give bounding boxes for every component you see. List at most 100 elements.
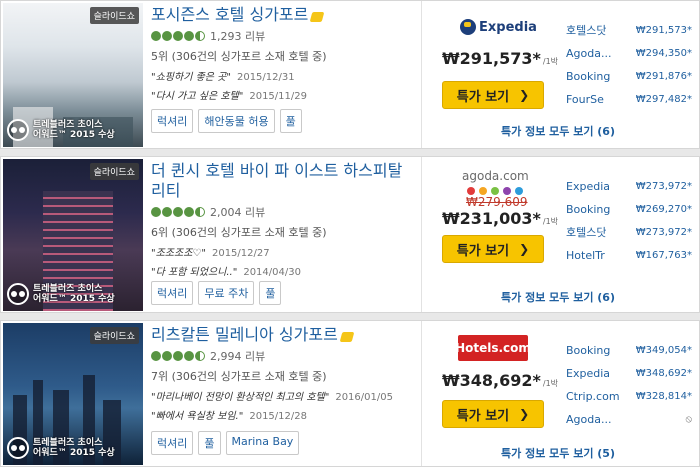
- chevron-right-icon: ❯: [519, 88, 530, 102]
- amenity-chip[interactable]: 럭셔리: [151, 281, 194, 305]
- other-offers-list: Expedia ₩273,972* Booking ₩269,270* 호텔스닷 ₩2…: [566, 175, 692, 267]
- reviews-count-link[interactable]: 1,293 리뷰: [210, 28, 265, 44]
- reviews-count-link[interactable]: 2,994 리뷰: [210, 348, 265, 364]
- view-all-deals-link[interactable]: 특가 정보 모두 보기 (6): [501, 123, 615, 139]
- review-snippet[interactable]: "조조조조♡" 2015/12/27: [151, 244, 416, 259]
- travelers-choice-award: 트레블러즈 초이스 어워드™ 2015 수상: [7, 437, 115, 459]
- owl-icon: [7, 283, 29, 305]
- offer-price: ₩348,692*/1박: [442, 371, 559, 390]
- other-offer-row[interactable]: Ctrip.com ₩328,814*: [566, 385, 692, 408]
- slideshow-badge[interactable]: 슬라이드쇼: [89, 163, 139, 180]
- other-offer-row[interactable]: Booking ₩291,876*: [566, 65, 692, 88]
- rating-bubble-icon: [162, 207, 172, 217]
- rating-bubbles: [151, 207, 206, 217]
- rating-bubble-icon: [195, 207, 205, 217]
- rating-bubble-icon: [184, 351, 194, 361]
- hotel-card: 슬라이드쇼 트레블러즈 초이스 어워드™ 2015 수상 더 퀸시 호텔 바이 …: [0, 156, 700, 313]
- review-snippet[interactable]: "다시 가고 싶은 호텔" 2015/11/29: [151, 87, 416, 102]
- other-offer-row[interactable]: Agoda... ⦸: [566, 408, 692, 431]
- view-all-deals-link[interactable]: 특가 정보 모두 보기 (5): [501, 445, 615, 461]
- other-offer-row[interactable]: Agoda... ₩294,350*: [566, 42, 692, 65]
- view-deal-button[interactable]: 특가 보기 ❯: [442, 81, 544, 109]
- hotel-photo[interactable]: 슬라이드쇼 트레블러즈 초이스 어워드™ 2015 수상: [3, 323, 143, 465]
- hotel-info: 리츠칼튼 밀레니아 싱가포르 2,994 리뷰 7위 (306건의 싱가포르 소…: [151, 325, 416, 422]
- rating-row: 1,293 리뷰: [151, 28, 416, 44]
- hotel-name-link[interactable]: 더 퀸시 호텔 바이 파 이스트 하스피탈리티: [151, 161, 416, 201]
- owl-icon: [7, 119, 29, 141]
- amenity-chip[interactable]: 럭셔리: [151, 109, 194, 133]
- hotel-info: 포시즌스 호텔 싱가포르 1,293 리뷰 5위 (306건의 싱가포르 소재 …: [151, 5, 416, 102]
- rating-row: 2,004 리뷰: [151, 204, 416, 220]
- view-all-deals-link[interactable]: 특가 정보 모두 보기 (6): [501, 289, 615, 305]
- amenity-chip[interactable]: 풀: [259, 281, 282, 305]
- review-snippet[interactable]: "다 포함 되었으니.." 2014/04/30: [151, 263, 416, 278]
- slideshow-badge[interactable]: 슬라이드쇼: [89, 327, 139, 344]
- rating-bubble-icon: [184, 31, 194, 41]
- other-offer-row[interactable]: Expedia ₩348,692*: [566, 362, 692, 385]
- hotel-card: 슬라이드쇼 트레블러즈 초이스 어워드™ 2015 수상 포시즌스 호텔 싱가포…: [0, 0, 700, 149]
- view-deal-button[interactable]: 특가 보기 ❯: [442, 235, 544, 263]
- rating-bubbles: [151, 351, 206, 361]
- rating-bubbles: [151, 31, 206, 41]
- chevron-right-icon: ❯: [519, 242, 530, 256]
- rating-bubble-icon: [173, 207, 183, 217]
- other-offer-row[interactable]: Booking ₩349,054*: [566, 339, 692, 362]
- rating-bubble-icon: [195, 31, 205, 41]
- rating-bubble-icon: [151, 207, 161, 217]
- hotel-rank: 6위 (306건의 싱가포르 소재 호텔 중): [151, 226, 327, 239]
- provider-logo[interactable]: Hotels.com: [455, 335, 531, 361]
- other-offers-list: 호텔스닷 ₩291,573* Agoda... ₩294,350* Booking ₩…: [566, 19, 692, 111]
- hotel-name-link[interactable]: 리츠칼튼 밀레니아 싱가포르: [151, 325, 416, 345]
- rating-bubble-icon: [162, 351, 172, 361]
- review-snippet[interactable]: "빠에서 욕실창 보임." 2015/12/28: [151, 407, 416, 422]
- other-offer-row[interactable]: 호텔스닷 ₩273,972*: [566, 221, 692, 244]
- amenity-chip[interactable]: 해안동물 허용: [198, 109, 275, 133]
- hotel-photo[interactable]: 슬라이드쇼 트레블러즈 초이스 어워드™ 2015 수상: [3, 3, 143, 147]
- reviews-count-link[interactable]: 2,004 리뷰: [210, 204, 265, 220]
- travelers-choice-award: 트레블러즈 초이스 어워드™ 2015 수상: [7, 119, 115, 141]
- provider-logo[interactable]: Expedia: [460, 19, 537, 35]
- rating-bubble-icon: [151, 351, 161, 361]
- hotel-info: 더 퀸시 호텔 바이 파 이스트 하스피탈리티 2,004 리뷰 6위 (306…: [151, 161, 416, 278]
- other-offer-row[interactable]: 호텔스닷 ₩291,573*: [566, 19, 692, 42]
- hotel-rank: 5위 (306건의 싱가포르 소재 호텔 중): [151, 50, 327, 63]
- view-deal-button[interactable]: 특가 보기 ❯: [442, 400, 544, 428]
- review-snippet[interactable]: "쇼핑하기 좋은 곳" 2015/12/31: [151, 68, 416, 83]
- agoda-dots-icon: [462, 187, 529, 195]
- amenity-chip[interactable]: 무료 주차: [198, 281, 255, 305]
- offer-price: ₩231,003*/1박: [442, 209, 559, 228]
- hotel-rank: 7위 (306건의 싱가포르 소재 호텔 중): [151, 370, 327, 383]
- amenity-chip[interactable]: 풀: [279, 109, 302, 133]
- rating-bubble-icon: [173, 31, 183, 41]
- amenity-chips: 럭셔리 무료 주차 풀: [151, 281, 286, 305]
- offer-price: ₩291,573*/1박: [442, 49, 559, 68]
- travelers-choice-award: 트레블러즈 초이스 어워드™ 2015 수상: [7, 283, 115, 305]
- rating-bubble-icon: [173, 351, 183, 361]
- unavailable-icon: ⦸: [685, 414, 692, 425]
- slideshow-badge[interactable]: 슬라이드쇼: [89, 7, 139, 24]
- review-snippet[interactable]: "마리나베이 전망이 환상적인 최고의 호텔" 2016/01/05: [151, 388, 416, 403]
- hotel-name-link[interactable]: 포시즌스 호텔 싱가포르: [151, 5, 416, 25]
- hotel-photo[interactable]: 슬라이드쇼 트레블러즈 초이스 어워드™ 2015 수상: [3, 159, 143, 311]
- provider-logo[interactable]: agoda.com: [462, 169, 529, 195]
- chevron-right-icon: ❯: [519, 407, 530, 421]
- rating-bubble-icon: [184, 207, 194, 217]
- amenity-chip[interactable]: Marina Bay: [225, 431, 300, 455]
- other-offer-row[interactable]: Expedia ₩273,972*: [566, 175, 692, 198]
- original-price: ₩279,609: [466, 195, 528, 209]
- deal-tag-icon: [310, 12, 325, 22]
- other-offer-row[interactable]: Booking ₩269,270*: [566, 198, 692, 221]
- other-offers-list: Booking ₩349,054* Expedia ₩348,692* Ctrip.…: [566, 339, 692, 431]
- hotel-card: 슬라이드쇼 트레블러즈 초이스 어워드™ 2015 수상 리츠칼튼 밀레니아 싱…: [0, 320, 700, 467]
- amenity-chip[interactable]: 풀: [198, 431, 221, 455]
- amenity-chips: 럭셔리 해안동물 허용 풀: [151, 109, 307, 133]
- rating-bubble-icon: [162, 31, 172, 41]
- amenity-chips: 럭셔리 풀 Marina Bay: [151, 431, 304, 455]
- amenity-chip[interactable]: 럭셔리: [151, 431, 194, 455]
- other-offer-row[interactable]: HotelTr ₩167,763*: [566, 244, 692, 267]
- other-offer-row[interactable]: FourSe ₩297,482*: [566, 88, 692, 111]
- expedia-globe-icon: [460, 19, 476, 35]
- owl-icon: [7, 437, 29, 459]
- rating-bubble-icon: [151, 31, 161, 41]
- rating-bubble-icon: [195, 351, 205, 361]
